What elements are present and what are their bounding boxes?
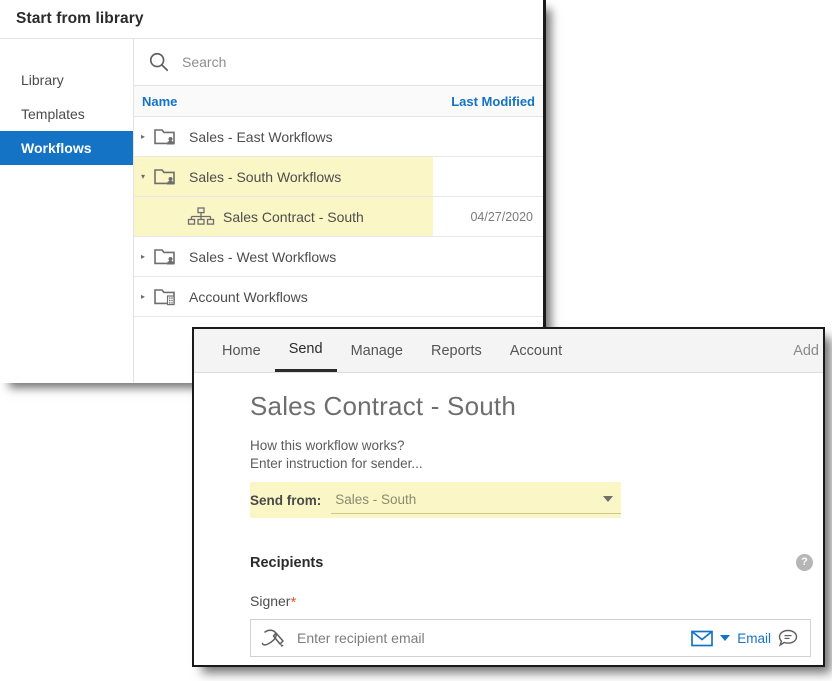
main-navigation-bar: Home Send Manage Reports Account Add [194,329,823,373]
tree-row-label: Sales - South Workflows [182,169,341,185]
workflow-title: Sales Contract - South [250,391,823,422]
table-row[interactable]: ▾ Sales - South Workflows [134,157,543,197]
chevron-right-icon[interactable]: ▸ [134,253,152,261]
sidebar-item-label: Templates [21,106,85,122]
tab-home[interactable]: Home [208,329,275,372]
sender-instruction-text: Enter instruction for sender... [250,456,823,471]
folder-user-icon [152,245,182,269]
sidebar-item-templates[interactable]: Templates [0,97,133,131]
tree-row-label: Sales Contract - South [216,209,364,225]
send-from-dropdown[interactable]: Sales - South [331,486,621,514]
tab-label: Home [222,343,261,359]
tab-label: Reports [431,343,482,359]
tab-label: Manage [351,343,403,359]
tree-row-name-cell[interactable]: Sales Contract - South [134,197,433,236]
recipient-email-input[interactable] [297,630,691,646]
tab-label: Send [289,341,323,357]
help-icon[interactable]: ? [796,554,813,571]
column-header-name[interactable]: Name [134,94,425,109]
search-icon [148,51,170,73]
recipients-heading: Recipients [250,555,796,571]
tab-account[interactable]: Account [496,329,576,372]
tree-row-modified: 04/27/2020 [433,197,543,236]
library-sidebar: Library Templates Workflows [0,39,134,383]
tree-row-modified [433,157,543,196]
search-input[interactable] [182,54,482,70]
library-dialog-titlebar: Start from library [0,0,543,39]
tab-reports[interactable]: Reports [417,329,496,372]
recipients-header-row: Recipients ? [250,554,813,571]
sidebar-item-workflows[interactable]: Workflows [0,131,133,165]
required-marker: * [290,594,296,611]
sidebar-item-label: Library [21,72,64,88]
send-from-group: Send from: Sales - South [250,482,621,518]
tree-row-modified [433,237,543,276]
sidebar-item-library[interactable]: Library [0,63,133,97]
how-workflow-works-text: How this workflow works? [250,438,823,453]
folder-user-icon [152,165,182,189]
recipient-row[interactable]: Email [250,619,811,657]
page-title: Start from library [16,10,144,28]
tree-row-name-cell[interactable]: ▸ Account Workflows [134,277,433,316]
folder-building-icon [152,285,182,309]
tree-row-label: Account Workflows [182,289,308,305]
chevron-down-icon[interactable] [603,496,613,502]
tree-row-name-cell[interactable]: ▸ Sales - East Workflows [134,117,433,156]
table-row[interactable]: ▸ Sales - East Workflows [134,117,543,157]
chevron-right-icon[interactable]: ▸ [134,293,152,301]
tab-send[interactable]: Send [275,329,337,372]
tree-row-modified [433,117,543,156]
tab-manage[interactable]: Manage [337,329,417,372]
tree-row-label: Sales - West Workflows [182,249,336,265]
comment-bubble-icon[interactable] [778,629,798,647]
send-from-label: Send from: [250,493,331,508]
delivery-method-label[interactable]: Email [737,631,771,646]
signer-label: Signer* [250,593,823,611]
screenshot-root: Start from library Library Templates Wor… [0,0,832,681]
tree-row-label: Sales - East Workflows [182,129,333,145]
folder-user-icon [152,125,182,149]
sidebar-item-label: Workflows [21,140,92,156]
table-row[interactable]: ▸ Account Workflows [134,277,543,317]
workflow-chart-icon [186,205,216,229]
tab-label: Account [510,343,562,359]
signer-label-text: Signer [250,593,290,609]
chevron-down-icon[interactable] [720,635,730,641]
nav-overflow-label[interactable]: Add [793,329,823,372]
tree-row-modified [433,277,543,316]
table-column-headers: Name Last Modified [134,86,543,117]
column-header-last-modified[interactable]: Last Modified [425,94,543,109]
start-from-library-dialog: Start from library Library Templates Wor… [0,0,546,383]
chevron-right-icon[interactable]: ▸ [134,133,152,141]
table-row[interactable]: ▸ Sales - West Workflows [134,237,543,277]
signature-pen-icon [251,626,297,650]
chevron-down-icon[interactable]: ▾ [134,173,152,181]
recipient-delivery-tools: Email [691,629,810,647]
envelope-icon[interactable] [691,630,713,647]
search-bar[interactable] [134,39,543,86]
send-workflow-panel: Home Send Manage Reports Account Add Sal… [192,327,825,667]
send-form-content: Sales Contract - South How this workflow… [194,373,823,657]
send-from-value: Sales - South [331,492,416,507]
table-row[interactable]: Sales Contract - South 04/27/2020 [134,197,543,237]
tree-row-name-cell[interactable]: ▾ Sales - South Workflows [134,157,433,196]
tree-row-name-cell[interactable]: ▸ Sales - West Workflows [134,237,433,276]
